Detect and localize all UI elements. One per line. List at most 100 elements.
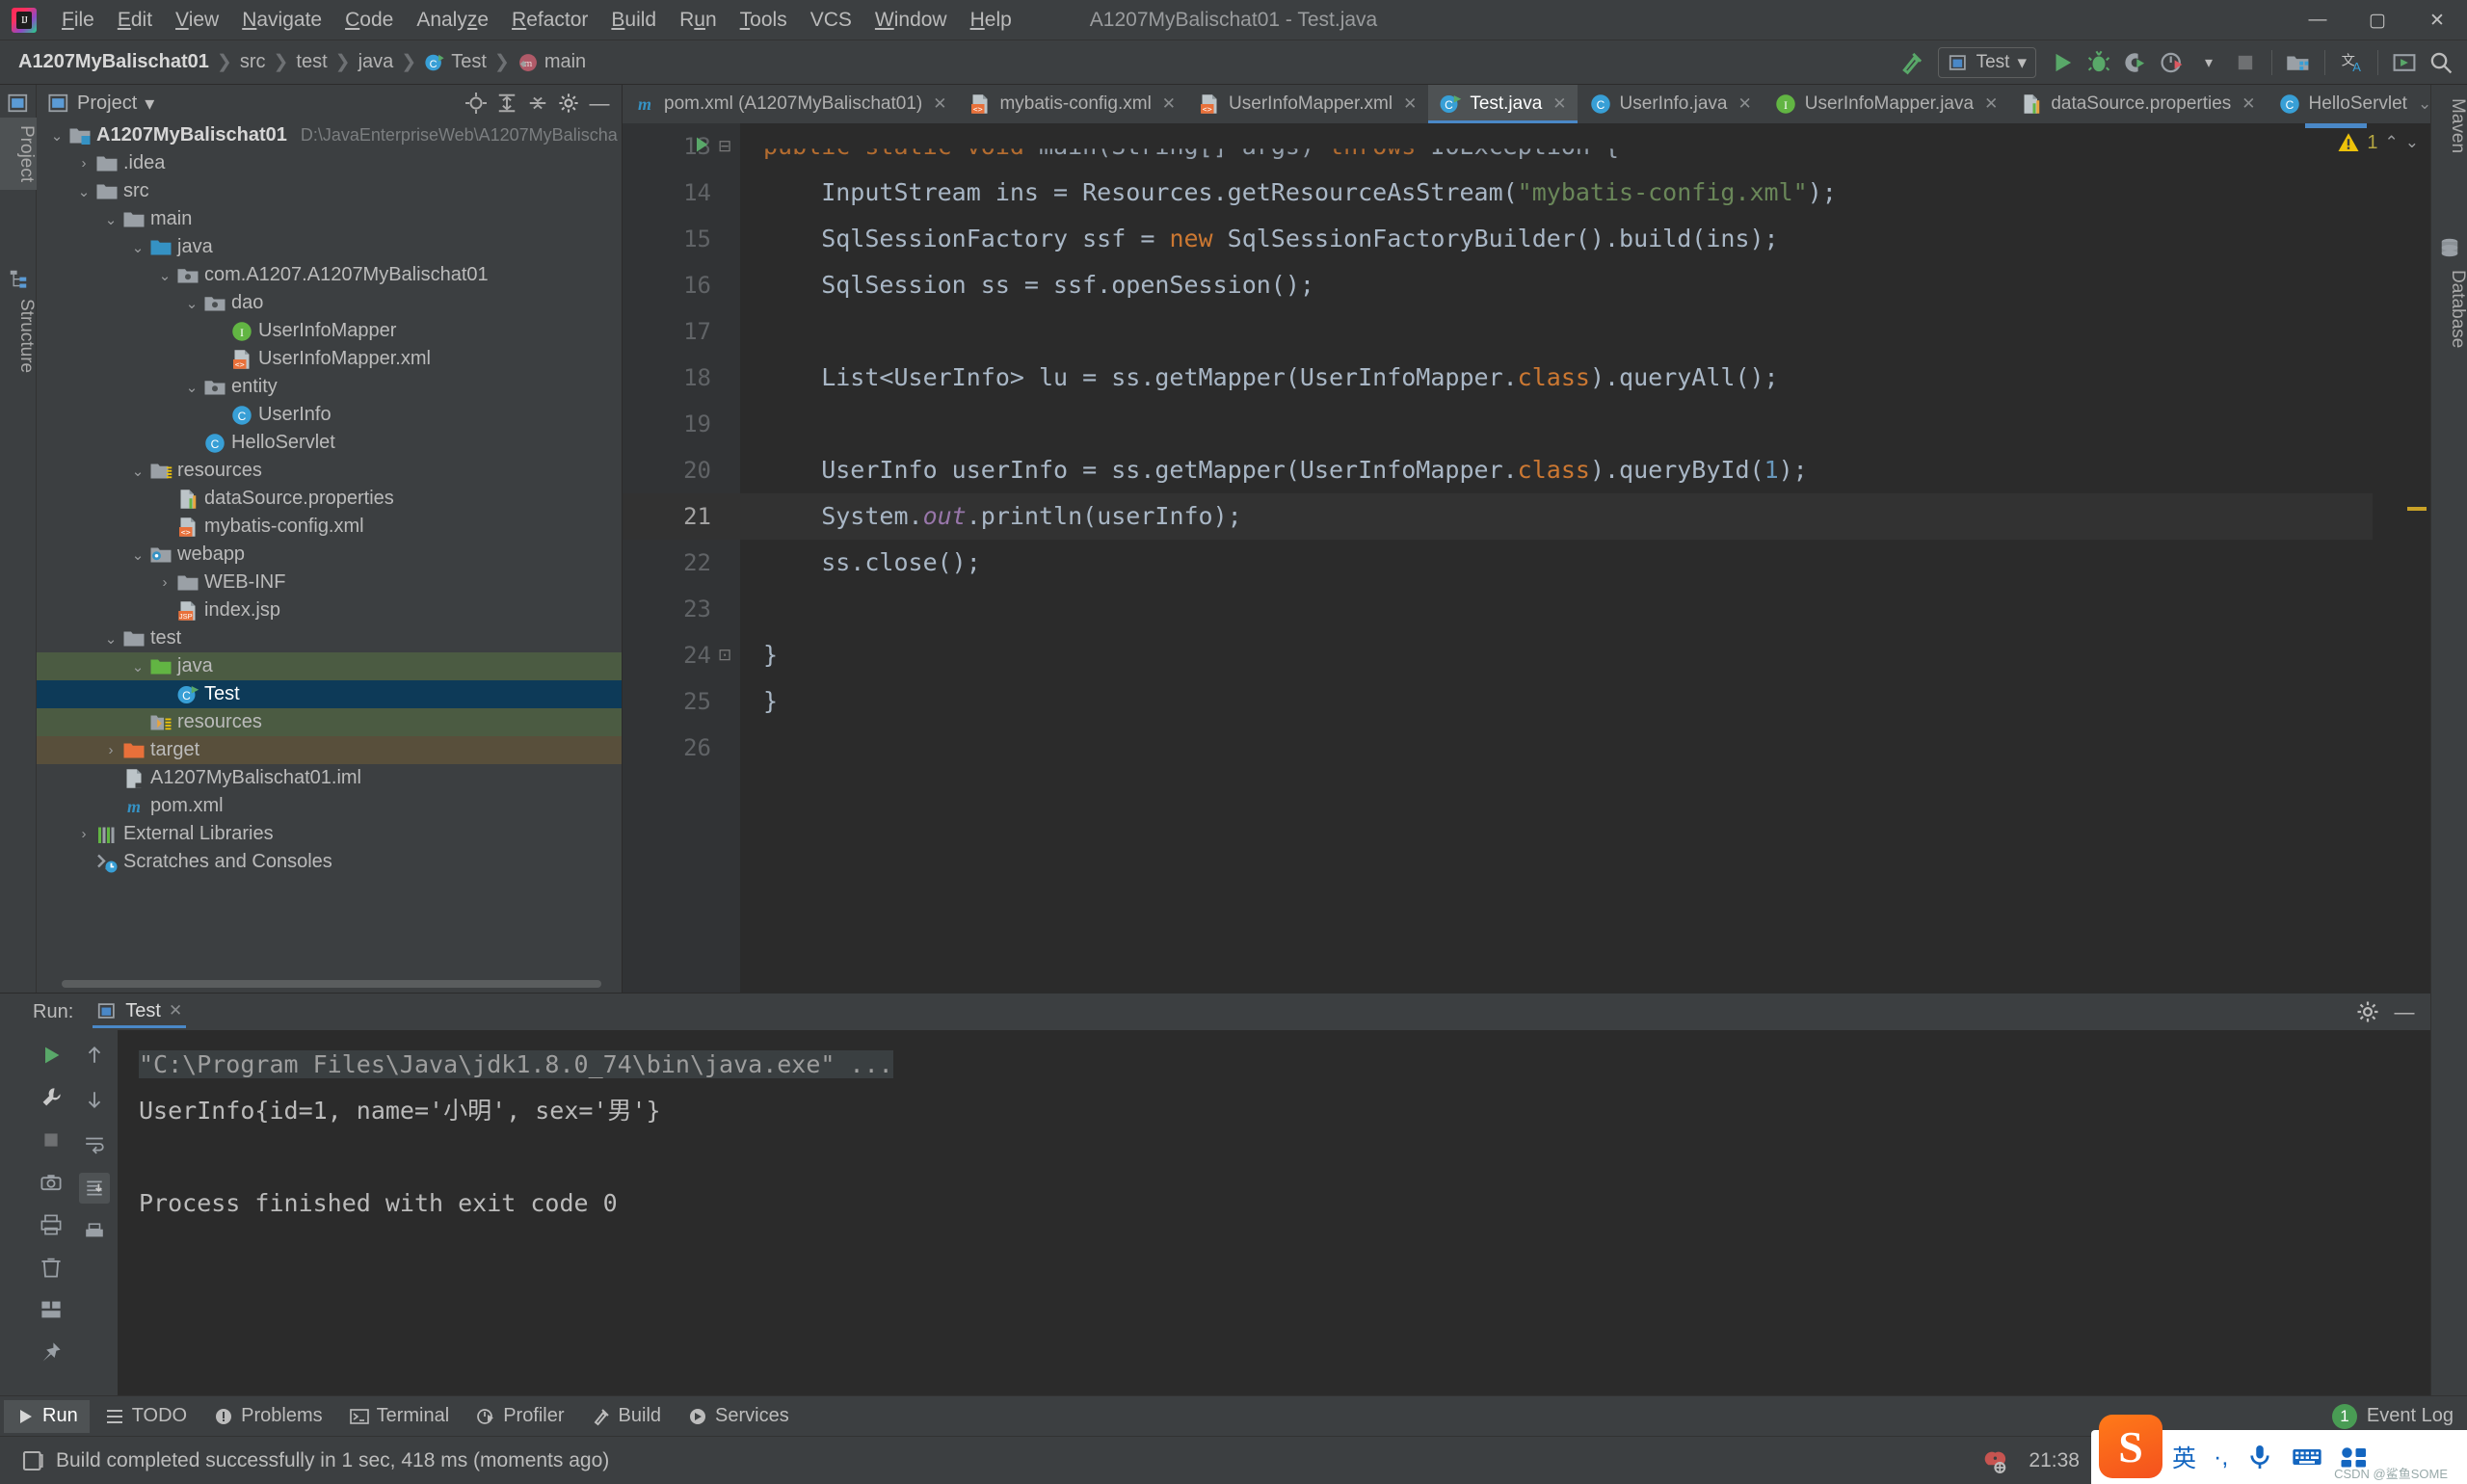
tree-node-resources[interactable]: resources	[37, 708, 622, 736]
hide-icon[interactable]: —	[2390, 997, 2419, 1026]
close-icon[interactable]: ✕	[1162, 94, 1176, 114]
tree-node-src[interactable]: ⌄ src	[37, 177, 622, 205]
chevron-right-icon[interactable]: ›	[100, 742, 121, 758]
tree-node-resources[interactable]: ⌄ resources	[37, 457, 622, 485]
tree-node-java[interactable]: ⌄ java	[37, 233, 622, 261]
pin-icon[interactable]	[36, 1337, 66, 1367]
ime-mode-toggle[interactable]: 英	[2172, 1440, 2196, 1474]
bottom-item-services[interactable]: Services	[676, 1400, 801, 1433]
bottom-item-terminal[interactable]: Terminal	[338, 1400, 462, 1433]
chevron-down-icon[interactable]: ▾	[145, 92, 154, 116]
menu-file[interactable]: File	[50, 0, 106, 40]
tree-node-a1207mybalischat01[interactable]: ⌄ A1207MyBalischat01 D:\JavaEnterpriseWeb\…	[37, 121, 622, 149]
chevron-down-icon[interactable]: ⌄	[46, 127, 67, 145]
tree-node-java[interactable]: ⌄ java	[37, 652, 622, 680]
grid-icon[interactable]	[36, 1294, 66, 1325]
editor-tab-test-java[interactable]: C Test.java ✕	[1428, 85, 1578, 123]
translate-icon[interactable]: 文A	[2335, 46, 2368, 79]
close-icon[interactable]: ✕	[1738, 94, 1752, 114]
profiler-dropdown-icon[interactable]: ▾	[2192, 46, 2225, 79]
menu-vcs[interactable]: VCS	[799, 0, 863, 40]
minimize-button[interactable]: —	[2288, 0, 2348, 40]
tree-node-main[interactable]: ⌄ main	[37, 205, 622, 233]
tree-node-external-libraries[interactable]: › External Libraries	[37, 820, 622, 848]
scroll-to-end-icon[interactable]	[79, 1173, 110, 1204]
menu-navigate[interactable]: Navigate	[230, 0, 333, 40]
settings-gear-icon[interactable]	[2353, 997, 2382, 1026]
inspection-widget[interactable]: 1 ⌃ ⌄	[2337, 131, 2419, 154]
rerun-icon[interactable]	[36, 1040, 66, 1071]
tree-node-com-a1207-a1207mybalischat01[interactable]: ⌄ com.A1207.A1207MyBalischat01	[37, 261, 622, 289]
tree-node-scratches-and-consoles[interactable]: Scratches and Consoles	[37, 848, 622, 876]
run-tab-test[interactable]: Test ✕	[89, 996, 190, 1028]
menu-window[interactable]: Window	[863, 0, 959, 40]
profiler-icon[interactable]	[2156, 46, 2188, 79]
tree-node-webapp[interactable]: ⌄ webapp	[37, 541, 622, 569]
print-icon[interactable]	[36, 1209, 66, 1240]
soft-wrap-icon[interactable]	[79, 1128, 110, 1159]
close-icon[interactable]: ✕	[1552, 94, 1566, 114]
menu-run[interactable]: Run	[668, 0, 729, 40]
chevron-down-icon[interactable]: ⌄	[127, 239, 148, 256]
run-with-coverage-icon[interactable]	[2119, 46, 2152, 79]
menu-analyze[interactable]: Analyze	[405, 0, 500, 40]
close-icon[interactable]: ✕	[1984, 94, 1998, 114]
print-icon[interactable]	[79, 1217, 110, 1248]
tree-node-test[interactable]: C Test	[37, 680, 622, 708]
chevron-down-icon[interactable]: ⌄	[73, 183, 94, 200]
editor-warning-marker[interactable]	[2407, 507, 2427, 511]
trash-icon[interactable]	[36, 1252, 66, 1283]
wrench-icon[interactable]	[36, 1082, 66, 1113]
chevron-down-icon[interactable]: ⌄	[181, 295, 202, 312]
tree-node-userinfomapper[interactable]: I UserInfoMapper	[37, 317, 622, 345]
code-fold-icon[interactable]: ⊟	[718, 123, 731, 170]
breadcrumb-item-project[interactable]: A1207MyBalischat01	[13, 49, 214, 75]
tree-node-mybatis-config-xml[interactable]: <> mybatis-config.xml	[37, 513, 622, 541]
editor-tab-userinfomapper-java[interactable]: I UserInfoMapper.java ✕	[1764, 85, 2010, 123]
microphone-icon[interactable]	[2245, 1443, 2274, 1471]
locate-icon[interactable]	[462, 89, 491, 118]
tree-node-index-jsp[interactable]: JSP index.jsp	[37, 596, 622, 624]
maximize-button[interactable]: ▢	[2348, 0, 2407, 40]
hammer-icon[interactable]	[1896, 46, 1928, 79]
close-button[interactable]: ✕	[2407, 0, 2467, 40]
bottom-item-todo[interactable]: TODO	[93, 1400, 199, 1433]
chevron-down-icon[interactable]: ⌄	[127, 546, 148, 564]
close-icon[interactable]: ✕	[933, 94, 946, 114]
chevron-down-icon[interactable]: ⌄	[100, 630, 121, 648]
stop-icon[interactable]	[2229, 46, 2262, 79]
close-icon[interactable]: ✕	[2242, 94, 2255, 114]
sidebar-item-maven[interactable]: Maven	[2431, 91, 2467, 161]
tree-node-dao[interactable]: ⌄ dao	[37, 289, 622, 317]
project-structure-icon[interactable]	[2282, 46, 2315, 79]
camera-icon[interactable]	[36, 1167, 66, 1198]
expand-all-icon[interactable]	[492, 89, 521, 118]
menu-code[interactable]: Code	[333, 0, 405, 40]
tree-node-idea[interactable]: › .idea	[37, 149, 622, 177]
code-editor[interactable]: 13⊟public static void main(String[] args…	[623, 123, 2430, 993]
chevron-down-icon[interactable]: ⌄	[127, 463, 148, 480]
tree-node-datasource-properties[interactable]: dataSource.properties	[37, 485, 622, 513]
project-tree[interactable]: ⌄ A1207MyBalischat01 D:\JavaEnterpriseWeb\…	[37, 121, 622, 971]
chevron-down-icon[interactable]: ⌄	[127, 658, 148, 676]
project-horizontal-scrollbar[interactable]	[37, 977, 623, 989]
tree-node-pom-xml[interactable]: m pom.xml	[37, 792, 622, 820]
bottom-item-profiler[interactable]: Profiler	[464, 1400, 575, 1433]
sidebar-item-project[interactable]: Project	[0, 118, 37, 191]
chevron-down-icon[interactable]: ⌄	[181, 379, 202, 396]
menu-edit[interactable]: Edit	[106, 0, 164, 40]
tree-node-entity[interactable]: ⌄ entity	[37, 373, 622, 401]
chevron-up-icon[interactable]: ⌃	[2385, 133, 2399, 152]
search-everywhere-icon[interactable]	[2425, 46, 2457, 79]
scroll-down-icon[interactable]	[79, 1084, 110, 1115]
tree-node-web-inf[interactable]: › WEB-INF	[37, 569, 622, 596]
chevron-down-icon[interactable]: ⌄	[154, 267, 175, 284]
settings-gear-icon[interactable]	[554, 89, 583, 118]
sidebar-item-database[interactable]: Database	[2431, 262, 2467, 356]
tree-node-userinfomapper-xml[interactable]: <> UserInfoMapper.xml	[37, 345, 622, 373]
tree-node-helloservlet[interactable]: C HelloServlet	[37, 429, 622, 457]
hide-icon[interactable]: —	[585, 89, 614, 118]
chevron-right-icon[interactable]: ›	[154, 574, 175, 591]
tree-node-a1207mybalischat01-iml[interactable]: A1207MyBalischat01.iml	[37, 764, 622, 792]
collapse-all-icon[interactable]	[523, 89, 552, 118]
